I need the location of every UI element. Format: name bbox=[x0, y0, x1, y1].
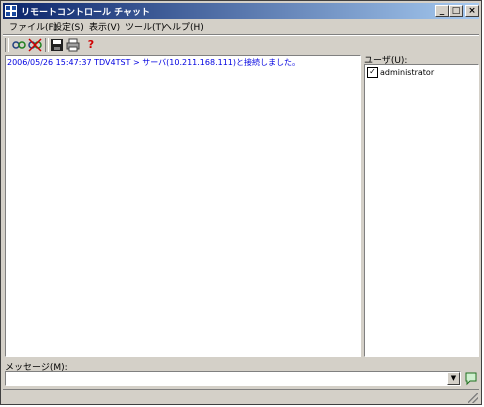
user-item[interactable]: ✓ administrator bbox=[367, 67, 434, 78]
chat-log[interactable]: 2006/05/26 15:47:37 TDV4TST > サーバ(10.211… bbox=[5, 55, 361, 357]
menu-bar: ファイル(F) 設定(S) 表示(V) ツール(T) ヘルプ(H) bbox=[3, 19, 479, 33]
window-title: リモートコントロール チャット bbox=[21, 8, 151, 18]
app-icon bbox=[5, 5, 17, 17]
resize-grip-icon[interactable] bbox=[468, 393, 478, 403]
chevron-down-icon[interactable]: ▼ bbox=[447, 372, 460, 385]
status-bar bbox=[3, 389, 479, 404]
menu-view[interactable]: 表示(V) bbox=[89, 20, 120, 33]
menu-settings[interactable]: 設定(S) bbox=[53, 20, 84, 33]
minimize-button[interactable]: _ bbox=[435, 5, 449, 17]
menu-help[interactable]: ヘルプ(H) bbox=[163, 20, 204, 33]
save-icon[interactable] bbox=[49, 37, 65, 53]
user-name: administrator bbox=[380, 68, 435, 77]
chat-line: 2006/05/26 15:47:37 TDV4TST > サーバ(10.211… bbox=[7, 58, 301, 67]
checkbox-icon[interactable]: ✓ bbox=[367, 67, 378, 78]
disconnect-icon[interactable] bbox=[27, 37, 43, 53]
connect-icon[interactable] bbox=[11, 37, 27, 53]
close-button[interactable]: × bbox=[465, 5, 479, 17]
menu-file[interactable]: ファイル(F) bbox=[9, 20, 57, 33]
send-icon[interactable] bbox=[464, 371, 478, 386]
maximize-button[interactable]: □ bbox=[449, 5, 463, 17]
toolbar-separator bbox=[5, 38, 9, 52]
user-list[interactable]: ✓ administrator bbox=[364, 64, 479, 357]
message-input[interactable]: ▼ bbox=[5, 371, 461, 386]
menu-tools[interactable]: ツール(T) bbox=[125, 20, 165, 33]
chat-window: リモートコントロール チャット _ □ × ファイル(F) 設定(S) 表示(V… bbox=[0, 0, 482, 405]
title-bar[interactable]: リモートコントロール チャット _ □ × bbox=[3, 3, 479, 19]
help-icon[interactable]: ? bbox=[83, 37, 99, 53]
toolbar: ? bbox=[3, 36, 479, 54]
print-icon[interactable] bbox=[65, 37, 81, 53]
